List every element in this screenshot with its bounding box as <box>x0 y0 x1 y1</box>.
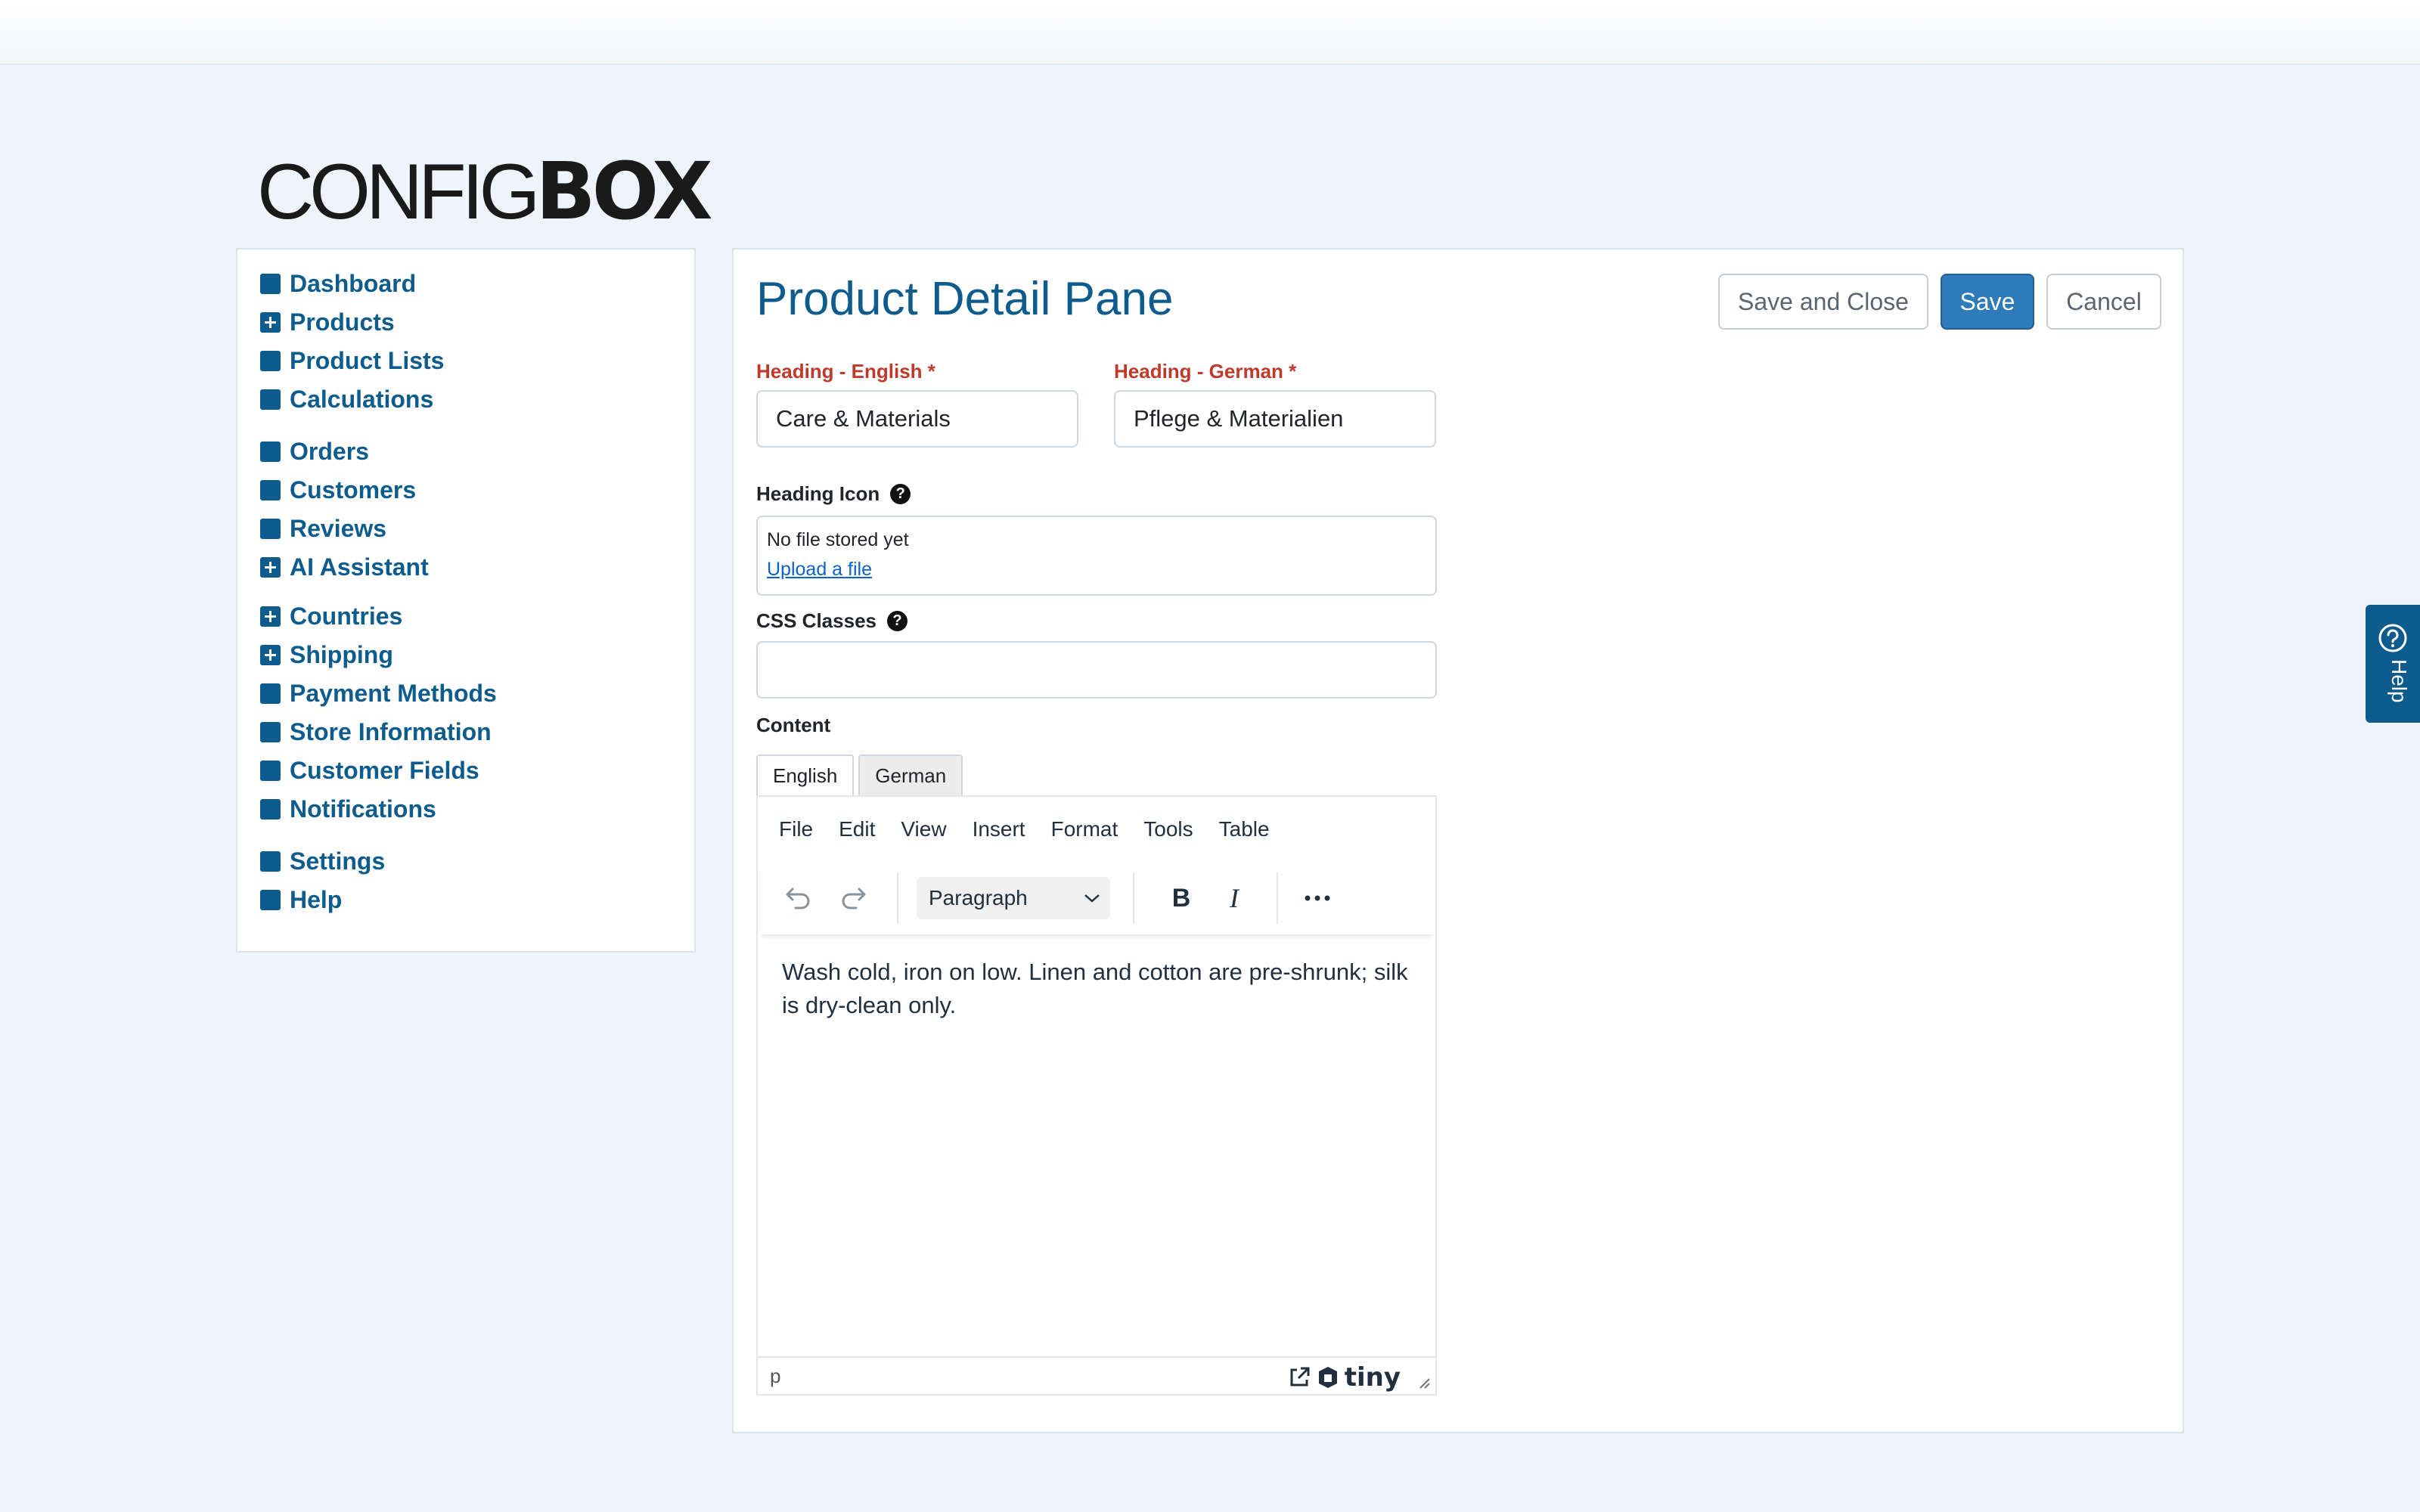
content-label: Content <box>756 714 831 736</box>
undo-icon[interactable] <box>783 885 814 912</box>
configbox-logo: CONFIGBOX <box>257 145 713 237</box>
sidebar-item-reviews[interactable]: Reviews <box>260 510 429 548</box>
top-bar <box>0 0 2420 65</box>
help-question-icon[interactable]: ? <box>886 611 908 631</box>
heading-english-input[interactable]: Care & Materials <box>756 390 1078 448</box>
toolbar-divider <box>1133 872 1134 924</box>
sidebar-item-ai-assistant[interactable]: AI Assistant <box>260 548 429 587</box>
sidebar-item-shipping[interactable]: Shipping <box>260 636 497 674</box>
sidebar-item-products[interactable]: Products <box>260 303 444 342</box>
expand-plus-icon[interactable] <box>260 557 281 578</box>
menu-view[interactable]: View <box>901 817 946 841</box>
chevron-down-icon <box>1084 894 1100 903</box>
menu-format[interactable]: Format <box>1051 817 1118 841</box>
tab-english[interactable]: English <box>756 754 855 797</box>
help-circle-icon <box>2378 624 2407 652</box>
css-classes-input[interactable] <box>756 641 1437 699</box>
square-icon <box>260 480 281 500</box>
square-icon <box>260 761 281 781</box>
help-question-icon[interactable]: ? <box>890 484 911 504</box>
rich-text-editor: File Edit View Insert Format Tools Table… <box>756 795 1437 1396</box>
resize-handle-icon[interactable] <box>1416 1374 1431 1390</box>
help-tab-label: Help <box>2387 659 2411 703</box>
help-side-tab[interactable]: Help <box>2366 605 2420 723</box>
expand-plus-icon[interactable] <box>260 606 281 627</box>
nav-group-system: Settings Help <box>260 842 385 919</box>
css-classes-label: CSS Classes ? <box>756 609 908 633</box>
nav-group-store: Countries Shipping Payment Methods Store… <box>260 597 497 829</box>
heading-icon-label: Heading Icon ? <box>756 482 911 506</box>
save-and-close-button[interactable]: Save and Close <box>1718 274 1928 330</box>
sidebar-item-payment-methods[interactable]: Payment Methods <box>260 674 497 713</box>
redo-icon[interactable] <box>838 885 868 912</box>
square-icon <box>260 351 281 371</box>
heading-german-label: Heading - German * <box>1114 360 1297 383</box>
tiny-logo-icon <box>1318 1367 1337 1388</box>
menu-insert[interactable]: Insert <box>973 817 1025 841</box>
heading-icon-file-field: No file stored yet Upload a file <box>756 516 1437 596</box>
square-icon <box>260 442 281 462</box>
sidebar-item-notifications[interactable]: Notifications <box>260 790 497 829</box>
sidebar-item-calculations[interactable]: Calculations <box>260 380 444 419</box>
square-icon <box>260 389 281 410</box>
tab-german[interactable]: German <box>858 754 963 797</box>
sidebar-item-product-lists[interactable]: Product Lists <box>260 342 444 380</box>
page-title: Product Detail Pane <box>756 273 1174 325</box>
element-path[interactable]: p <box>770 1365 780 1388</box>
more-icon[interactable] <box>1296 881 1339 915</box>
square-icon <box>260 799 281 820</box>
content-language-tabs: English German <box>756 754 967 797</box>
menu-tools[interactable]: Tools <box>1143 817 1193 841</box>
sidebar-item-help[interactable]: Help <box>260 881 385 919</box>
italic-icon[interactable]: I <box>1216 881 1252 915</box>
toolbar-divider <box>897 872 898 924</box>
sidebar-item-customers[interactable]: Customers <box>260 471 429 510</box>
square-icon <box>260 722 281 742</box>
sidebar-item-customer-fields[interactable]: Customer Fields <box>260 751 497 790</box>
sidebar-item-settings[interactable]: Settings <box>260 842 385 881</box>
square-icon <box>260 274 281 294</box>
editor-menubar: File Edit View Insert Format Tools Table <box>758 797 1435 862</box>
upload-file-link[interactable]: Upload a file <box>767 559 1426 581</box>
editor-toolbar: Paragraph B I <box>758 862 1435 934</box>
tiny-brand[interactable]: tiny <box>1287 1362 1401 1393</box>
menu-file[interactable]: File <box>779 817 813 841</box>
sidebar-item-orders[interactable]: Orders <box>260 432 429 471</box>
expand-plus-icon[interactable] <box>260 645 281 665</box>
nav-group-sales: Orders Customers Reviews AI Assistant <box>260 432 429 587</box>
menu-table[interactable]: Table <box>1219 817 1270 841</box>
sidebar-item-dashboard[interactable]: Dashboard <box>260 265 444 303</box>
editor-statusbar: p tiny <box>758 1356 1435 1394</box>
block-format-select[interactable]: Paragraph <box>917 877 1110 919</box>
square-icon <box>260 890 281 910</box>
sidebar-item-countries[interactable]: Countries <box>260 597 497 636</box>
heading-german-input[interactable]: Pflege & Materialien <box>1114 390 1436 448</box>
square-icon <box>260 519 281 539</box>
nav-group-catalog: Dashboard Products Product Lists Calcula… <box>260 265 444 419</box>
bold-icon[interactable]: B <box>1163 881 1199 915</box>
cancel-button[interactable]: Cancel <box>2046 274 2161 330</box>
external-link-icon <box>1290 1367 1310 1387</box>
main-panel: Product Detail Pane Save and Close Save … <box>732 248 2184 1433</box>
editor-content-area[interactable]: Wash cold, iron on low. Linen and cotton… <box>758 934 1435 1358</box>
no-file-status: No file stored yet <box>767 529 909 550</box>
square-icon <box>260 683 281 704</box>
save-button[interactable]: Save <box>1941 274 2034 330</box>
sidebar-item-store-information[interactable]: Store Information <box>260 713 497 751</box>
expand-plus-icon[interactable] <box>260 312 281 333</box>
menu-edit[interactable]: Edit <box>839 817 875 841</box>
sidebar-nav: Dashboard Products Product Lists Calcula… <box>236 248 696 953</box>
toolbar-divider <box>1277 872 1278 924</box>
heading-english-label: Heading - English * <box>756 360 935 383</box>
square-icon <box>260 851 281 872</box>
